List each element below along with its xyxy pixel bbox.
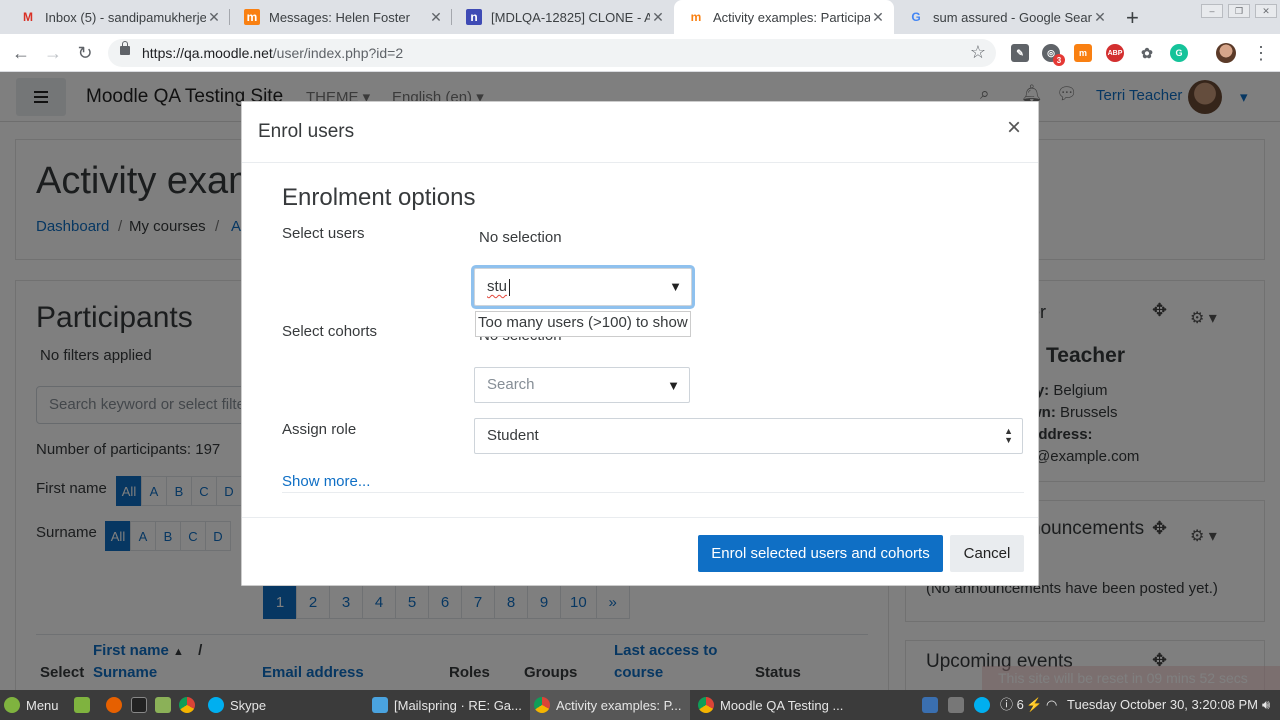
browser-tab-strip: M Inbox (5) - sandipamukherjee ✕ m Messa… [0, 0, 1280, 34]
show-desktop-icon[interactable] [74, 697, 90, 713]
files-icon[interactable] [155, 697, 171, 713]
extension-tool-icon[interactable]: ✎ [1011, 44, 1029, 62]
tab-activity-examples[interactable]: m Activity examples: Participants ✕ [674, 0, 894, 34]
modal-header: Enrol users × [242, 102, 1038, 163]
enrolment-options-heading: Enrolment options [282, 184, 476, 211]
lock-icon [120, 41, 130, 55]
modal-footer-divider [242, 517, 1038, 518]
gmail-icon: M [23, 10, 33, 24]
taskbar-window-label: Activity examples: P... [556, 697, 682, 713]
dropdown-arrow-icon[interactable]: ▼ [669, 279, 682, 294]
terminal-icon[interactable] [131, 697, 147, 713]
profile-avatar-icon[interactable] [1216, 43, 1236, 63]
show-more-link[interactable]: Show more... [282, 473, 370, 490]
chrome-icon [534, 697, 550, 713]
enrol-button[interactable]: Enrol selected users and cohorts [698, 535, 943, 572]
text-cursor [509, 279, 510, 296]
browser-menu-icon[interactable]: ⋮ [1250, 42, 1272, 64]
tab-gmail[interactable]: M Inbox (5) - sandipamukherjee ✕ [6, 0, 230, 34]
close-window-icon[interactable]: ✕ [1255, 4, 1277, 18]
moodle-icon: m [244, 9, 260, 25]
close-tab-icon[interactable]: ✕ [650, 9, 666, 26]
desktop-taskbar: Menu Skype [Mailspring · RE: Ga... Activ… [0, 690, 1280, 720]
forward-icon[interactable]: → [42, 42, 64, 64]
adblock-icon[interactable]: ABP [1106, 44, 1124, 62]
network-icon[interactable]: ⚡ [1026, 690, 1042, 720]
chrome-icon[interactable] [179, 697, 195, 713]
start-menu-label: Menu [26, 697, 59, 713]
mint-logo-icon [4, 697, 20, 713]
tab-messages[interactable]: m Messages: Helen Foster ✕ [230, 0, 452, 34]
modal-title: Enrol users [258, 121, 355, 142]
close-tab-icon[interactable]: ✕ [206, 9, 222, 26]
dropdown-arrow-icon[interactable]: ▼ [667, 378, 680, 393]
close-tab-icon[interactable]: ✕ [1092, 9, 1108, 26]
chrome-icon [698, 697, 714, 713]
moodle-extension-icon[interactable]: m [1074, 44, 1092, 62]
mail-tray-icon[interactable] [948, 697, 964, 713]
tab-title: sum assured - Google Search [933, 9, 1092, 25]
notification-count: 6 [1016, 697, 1024, 712]
taskbar-window-activity-examples[interactable]: Activity examples: P... [530, 690, 690, 720]
users-suggestions-hint: Too many users (>100) to show [475, 311, 691, 337]
taskbar-window-skype[interactable]: Skype [204, 690, 364, 720]
moodle-icon: m [690, 10, 702, 24]
enrol-users-modal: Enrol users × Enrolment options Select u… [241, 101, 1039, 586]
tab-title: Messages: Helen Foster [269, 9, 410, 25]
clock[interactable]: Tuesday October 30, 3:20:08 PM [1067, 690, 1258, 720]
cohorts-search-placeholder: Search [487, 376, 535, 393]
select-users-selection: No selection [479, 229, 562, 246]
select-cohorts-label: Select cohorts [282, 323, 378, 340]
wifi-icon[interactable]: ◠ [1046, 690, 1057, 720]
tab-title: [MDLQA-12825] CLONE - A t [491, 9, 650, 25]
volume-icon[interactable]: 🔊︎ [1262, 690, 1270, 720]
taskbar-window-label: Moodle QA Testing ... [720, 697, 844, 713]
extension-badge: 3 [1053, 54, 1065, 66]
address-bar[interactable]: https://qa.moodle.net/user/index.php?id=… [108, 39, 996, 67]
users-search-value: stu [487, 278, 508, 295]
url-text: https://qa.moodle.net/user/index.php?id=… [142, 45, 404, 61]
divider [282, 492, 1024, 493]
assign-role-label: Assign role [282, 421, 357, 438]
select-users-label: Select users [282, 225, 365, 242]
assign-role-select[interactable]: Student ▲ ▼ [474, 418, 1023, 454]
grammarly-icon[interactable]: G [1170, 44, 1188, 62]
tab-title: Activity examples: Participants [713, 9, 870, 25]
skype-icon [208, 697, 224, 713]
tab-google-search[interactable]: G sum assured - Google Search ✕ [894, 0, 1116, 34]
close-icon[interactable]: × [1007, 116, 1021, 140]
notifications-tray[interactable]: ⓘ 6 [1000, 690, 1024, 720]
minimize-window-icon[interactable]: – [1201, 4, 1223, 18]
bookmark-star-icon[interactable]: ☆ [970, 42, 986, 63]
browser-toolbar: ← → ↻ https://qa.moodle.net/user/index.p… [0, 34, 1280, 72]
cancel-button[interactable]: Cancel [950, 535, 1024, 572]
shield-icon[interactable] [922, 697, 938, 713]
taskbar-window-mailspring[interactable]: [Mailspring · RE: Ga... [368, 690, 528, 720]
close-tab-icon[interactable]: ✕ [870, 9, 886, 26]
google-icon: G [911, 10, 921, 24]
taskbar-window-label: Skype [230, 697, 267, 713]
tab-jira[interactable]: n [MDLQA-12825] CLONE - A t ✕ [452, 0, 674, 34]
assign-role-value: Student [487, 427, 539, 444]
sync-extension-icon[interactable]: ✿ [1138, 44, 1156, 62]
select-updown-icon: ▲ ▼ [1004, 426, 1013, 445]
maximize-window-icon[interactable]: ❐ [1228, 4, 1250, 18]
back-icon[interactable]: ← [10, 42, 32, 64]
start-menu-button[interactable]: Menu [4, 690, 59, 720]
firefox-icon[interactable] [106, 697, 122, 713]
mailspring-icon [372, 697, 388, 713]
reload-icon[interactable]: ↻ [74, 42, 96, 64]
new-tab-icon[interactable]: + [1126, 5, 1139, 31]
jira-icon: n [466, 9, 482, 25]
skype-tray-icon[interactable] [974, 697, 990, 713]
taskbar-window-label: [Mailspring · RE: Ga... [394, 697, 522, 713]
taskbar-window-moodle-qa[interactable]: Moodle QA Testing ... [694, 690, 854, 720]
cohorts-search-input[interactable]: Search ▼ [474, 367, 690, 403]
tab-title: Inbox (5) - sandipamukherjee [45, 9, 206, 25]
users-search-input[interactable]: stu ▼ [474, 268, 692, 306]
close-tab-icon[interactable]: ✕ [428, 9, 444, 26]
